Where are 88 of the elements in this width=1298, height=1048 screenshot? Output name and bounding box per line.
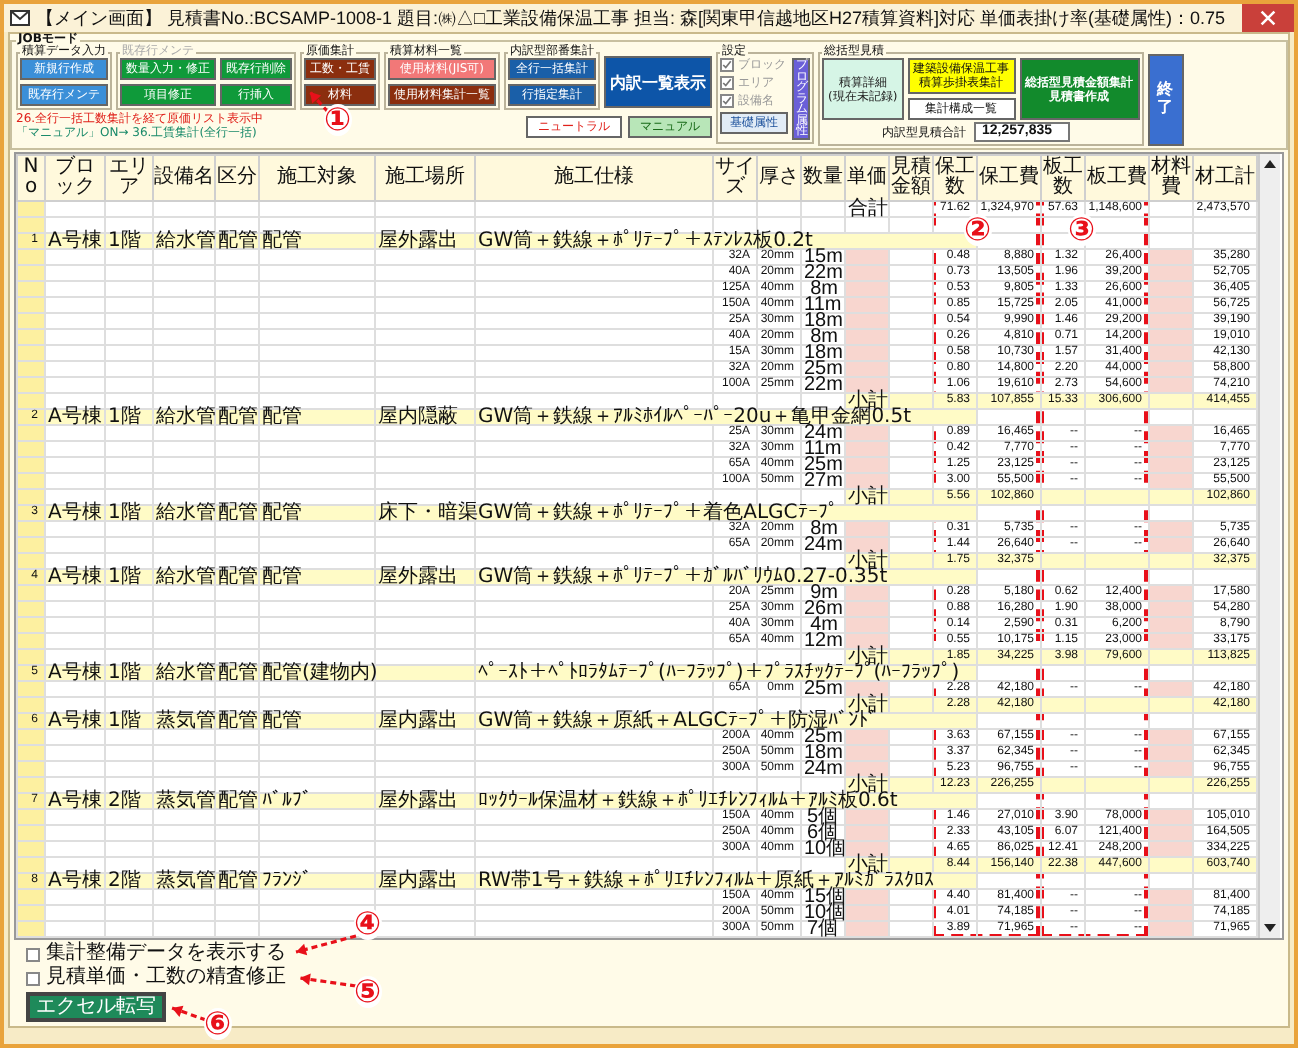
table-cell: 屋外露出 xyxy=(375,569,475,585)
table-cell: 屋外露出 xyxy=(375,233,475,249)
table-cell: A号棟 xyxy=(45,569,105,585)
table-cell: 配管(建物内) xyxy=(259,665,375,681)
column-header: 見積金額 xyxy=(889,155,933,201)
table-cell: 蒸気管 xyxy=(153,873,215,889)
table-cell: 1階 xyxy=(105,505,153,521)
table-cell: 1階 xyxy=(105,713,153,729)
list-button[interactable]: 内訳一覧表示 xyxy=(604,56,712,108)
table-cell: ﾍﾟｰｽﾄ＋ﾍﾟﾄﾛﾗﾀﾑﾃｰﾌﾟ(ﾊｰﾌﾗｯﾌﾟ)＋ﾌﾟﾗｽﾁｯｸﾃｰﾌﾟ(ﾊｰﾌﾗｯﾌﾟ) xyxy=(475,665,977,681)
column-header: 施工対象 xyxy=(259,155,375,201)
table-cell: 1階 xyxy=(105,233,153,249)
close-button[interactable] xyxy=(1242,4,1294,32)
subtotal-label: 小計 xyxy=(845,857,889,873)
table-cell: 配管 xyxy=(215,873,259,889)
table-cell: 配管 xyxy=(215,665,259,681)
column-header: 材工計 xyxy=(1193,155,1257,201)
subtotal-label: 小計 xyxy=(845,393,889,409)
table-cell: 屋内隠蔽 xyxy=(375,409,475,425)
column-header: 板工費 xyxy=(1085,155,1149,201)
table-cell: 屋外露出 xyxy=(375,793,475,809)
column-header: 板工数 xyxy=(1041,155,1085,201)
table-cell: A号棟 xyxy=(45,793,105,809)
exit-button[interactable]: 終了 xyxy=(1147,54,1184,146)
table-cell: GW筒＋鉄線＋原紙＋ALGCﾃｰﾌﾟ＋防湿ﾊﾞﾝﾄﾞ xyxy=(475,713,977,729)
annotation-arrow xyxy=(308,90,330,114)
table-cell: GW筒＋鉄線＋ﾎﾟﾘﾃｰﾌﾟ＋ｶﾞﾙﾊﾞﾘｳﾑ0.27-0.35t xyxy=(475,569,977,585)
table-cell: 配管 xyxy=(215,713,259,729)
table-cell: 給水管 xyxy=(153,233,215,249)
column-header: 材料費 xyxy=(1149,155,1193,201)
option-checkbox[interactable]: 見積単価・工数の精査修正 xyxy=(26,968,286,988)
column-header: 設備名 xyxy=(153,155,215,201)
option-checkbox[interactable]: 集計整備データを表示する xyxy=(26,944,286,964)
table-cell: 給水管 xyxy=(153,569,215,585)
table-cell: 配管 xyxy=(215,233,259,249)
table-cell: 2階 xyxy=(105,873,153,889)
table-cell: A号棟 xyxy=(45,873,105,889)
table-cell: 1階 xyxy=(105,569,153,585)
table-cell: A号棟 xyxy=(45,665,105,681)
table-cell: 蒸気管 xyxy=(153,793,215,809)
table-cell: 給水管 xyxy=(153,505,215,521)
annotation-number: ⑥ xyxy=(204,1008,232,1040)
table-cell: GW筒＋鉄線＋ﾎﾟﾘﾃｰﾌﾟ＋着色ALGCﾃｰﾌﾟ xyxy=(475,505,977,521)
column-header: ブロック xyxy=(45,155,105,201)
mail-icon xyxy=(10,10,30,26)
annotation-arrow xyxy=(171,1005,207,1022)
table-cell: 屋内露出 xyxy=(375,873,475,889)
table-cell: 配管 xyxy=(215,505,259,521)
table-cell: 屋内露出 xyxy=(375,713,475,729)
table-cell: 配管 xyxy=(215,793,259,809)
column-header: 区分 xyxy=(215,155,259,201)
table-cell: A号棟 xyxy=(45,713,105,729)
scroll-down-icon[interactable] xyxy=(1262,920,1278,936)
table-cell: GW筒＋鉄線＋ｱﾙﾐﾎｲﾙﾍﾟｰﾊﾟｰ20u＋亀甲金網0.5t xyxy=(475,409,977,425)
column-header: 施工仕様 xyxy=(475,155,713,201)
scroll-up-icon[interactable] xyxy=(1262,156,1278,172)
annotation-arrow xyxy=(299,973,357,988)
close-icon[interactable] xyxy=(1260,10,1276,26)
table-cell: 給水管 xyxy=(153,665,215,681)
table-cell: 配管 xyxy=(215,569,259,585)
window-title: 【メイン画面】 見積書No.:BCSAMP-1008-1 題目:㈱△□工業設備保温工事 担当: 森[関東甲信越地区H27積算資料]対応 単価表掛け率(基礎属性)：0.75 xyxy=(36,5,1227,31)
excel-button[interactable]: エクセル転写 xyxy=(26,992,166,1022)
table-cell: 配管 xyxy=(215,409,259,425)
table-cell: 1階 xyxy=(105,665,153,681)
annotation-arrow xyxy=(295,934,357,956)
column-header: エリア xyxy=(105,155,153,201)
table-cell: ﾌﾗﾝｼﾞ xyxy=(259,873,375,889)
total-label: 合計 xyxy=(845,201,889,217)
column-header: 施工場所 xyxy=(375,155,475,201)
table-cell: ﾊﾞﾙﾌﾞ xyxy=(259,793,375,809)
column-header: サイズ xyxy=(713,155,757,201)
table-cell: 2階 xyxy=(105,793,153,809)
table-cell: 1階 xyxy=(105,409,153,425)
table-cell: 給水管 xyxy=(153,409,215,425)
table-cell: A号棟 xyxy=(45,505,105,521)
table-cell: A号棟 xyxy=(45,233,105,249)
subtotal-label: 小計 xyxy=(845,649,889,665)
column-header: No xyxy=(17,155,45,201)
table-cell: A号棟 xyxy=(45,409,105,425)
scrollbar[interactable] xyxy=(1258,154,1280,938)
table-cell: 床下・暗渠 xyxy=(375,505,475,521)
column-header: 保工数 xyxy=(933,155,977,201)
table-cell: RW帯1号＋鉄線＋ﾎﾟﾘｴﾁﾚﾝﾌｨﾙﾑ＋原紙＋ｱﾙﾐｶﾞﾗｽｸﾛｽ xyxy=(475,873,977,889)
column-header: 厚さ xyxy=(757,155,801,201)
table-cell: ﾛｯｸｳｰﾙ保温材＋鉄線＋ﾎﾟﾘｴﾁﾚﾝﾌｨﾙﾑ＋ｱﾙﾐ板0.6t xyxy=(475,793,977,809)
column-header: 数量 xyxy=(801,155,845,201)
column-header: 保工費 xyxy=(977,155,1041,201)
table-cell: 蒸気管 xyxy=(153,713,215,729)
